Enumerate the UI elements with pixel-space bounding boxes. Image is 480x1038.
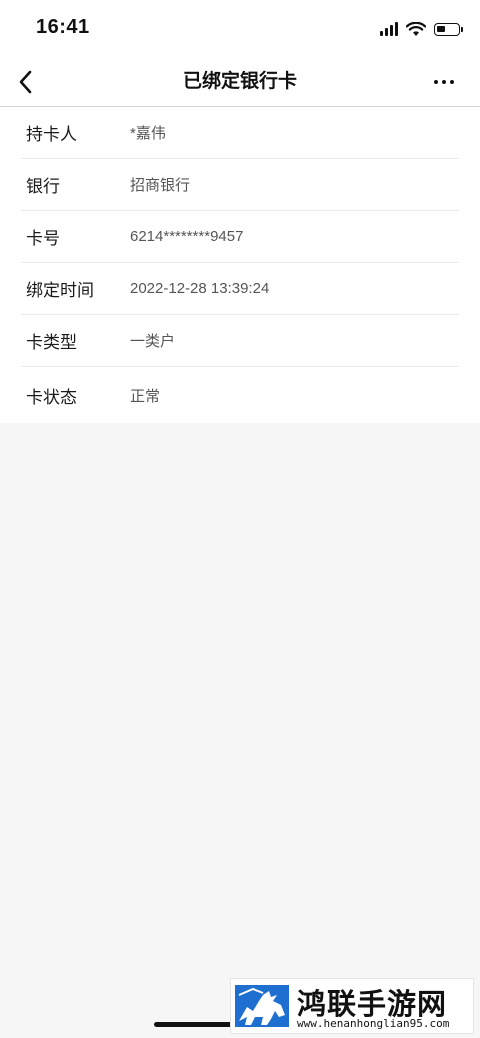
detail-value: 招商银行	[130, 177, 191, 194]
more-dots-icon	[434, 80, 438, 84]
detail-row-card-number: 卡号 6214********9457	[21, 211, 459, 263]
detail-row-bind-time: 绑定时间 2022-12-28 13:39:24	[21, 263, 459, 315]
detail-label: 绑定时间	[26, 281, 94, 300]
watermark-url: www.henanhonglian95.com	[297, 1017, 450, 1030]
page-title: 已绑定银行卡	[182, 71, 297, 92]
detail-value: *嘉伟	[130, 125, 166, 142]
detail-label: 持卡人	[26, 125, 77, 144]
status-bar: 16:41	[0, 0, 480, 58]
detail-value: 正常	[130, 387, 161, 405]
detail-label: 卡号	[26, 229, 60, 248]
detail-row-card-status: 卡状态 正常	[21, 367, 459, 423]
bull-logo-icon	[233, 981, 291, 1031]
detail-label: 卡状态	[26, 387, 77, 407]
detail-value: 2022-12-28 13:39:24	[130, 280, 270, 297]
wifi-icon	[406, 21, 426, 36]
battery-icon	[434, 22, 463, 36]
detail-value: 6214********9457	[130, 228, 244, 245]
detail-row-cardholder: 持卡人 *嘉伟	[21, 107, 459, 159]
status-time: 16:41	[36, 16, 90, 38]
detail-value: 一类户	[130, 333, 176, 350]
status-icons	[380, 18, 463, 40]
detail-label: 卡类型	[26, 333, 77, 352]
more-options-button[interactable]	[426, 64, 462, 100]
detail-row-card-type: 卡类型 一类户	[21, 315, 459, 367]
watermark: 鸿联手游网 www.henanhonglian95.com	[230, 978, 474, 1034]
navigation-bar: 已绑定银行卡	[0, 58, 480, 107]
cellular-signal-icon	[380, 22, 398, 36]
card-detail-list: 持卡人 *嘉伟 银行 招商银行 卡号 6214********9457 绑定时间…	[0, 107, 480, 423]
detail-row-bank: 银行 招商银行	[21, 159, 459, 211]
detail-label: 银行	[26, 177, 60, 196]
